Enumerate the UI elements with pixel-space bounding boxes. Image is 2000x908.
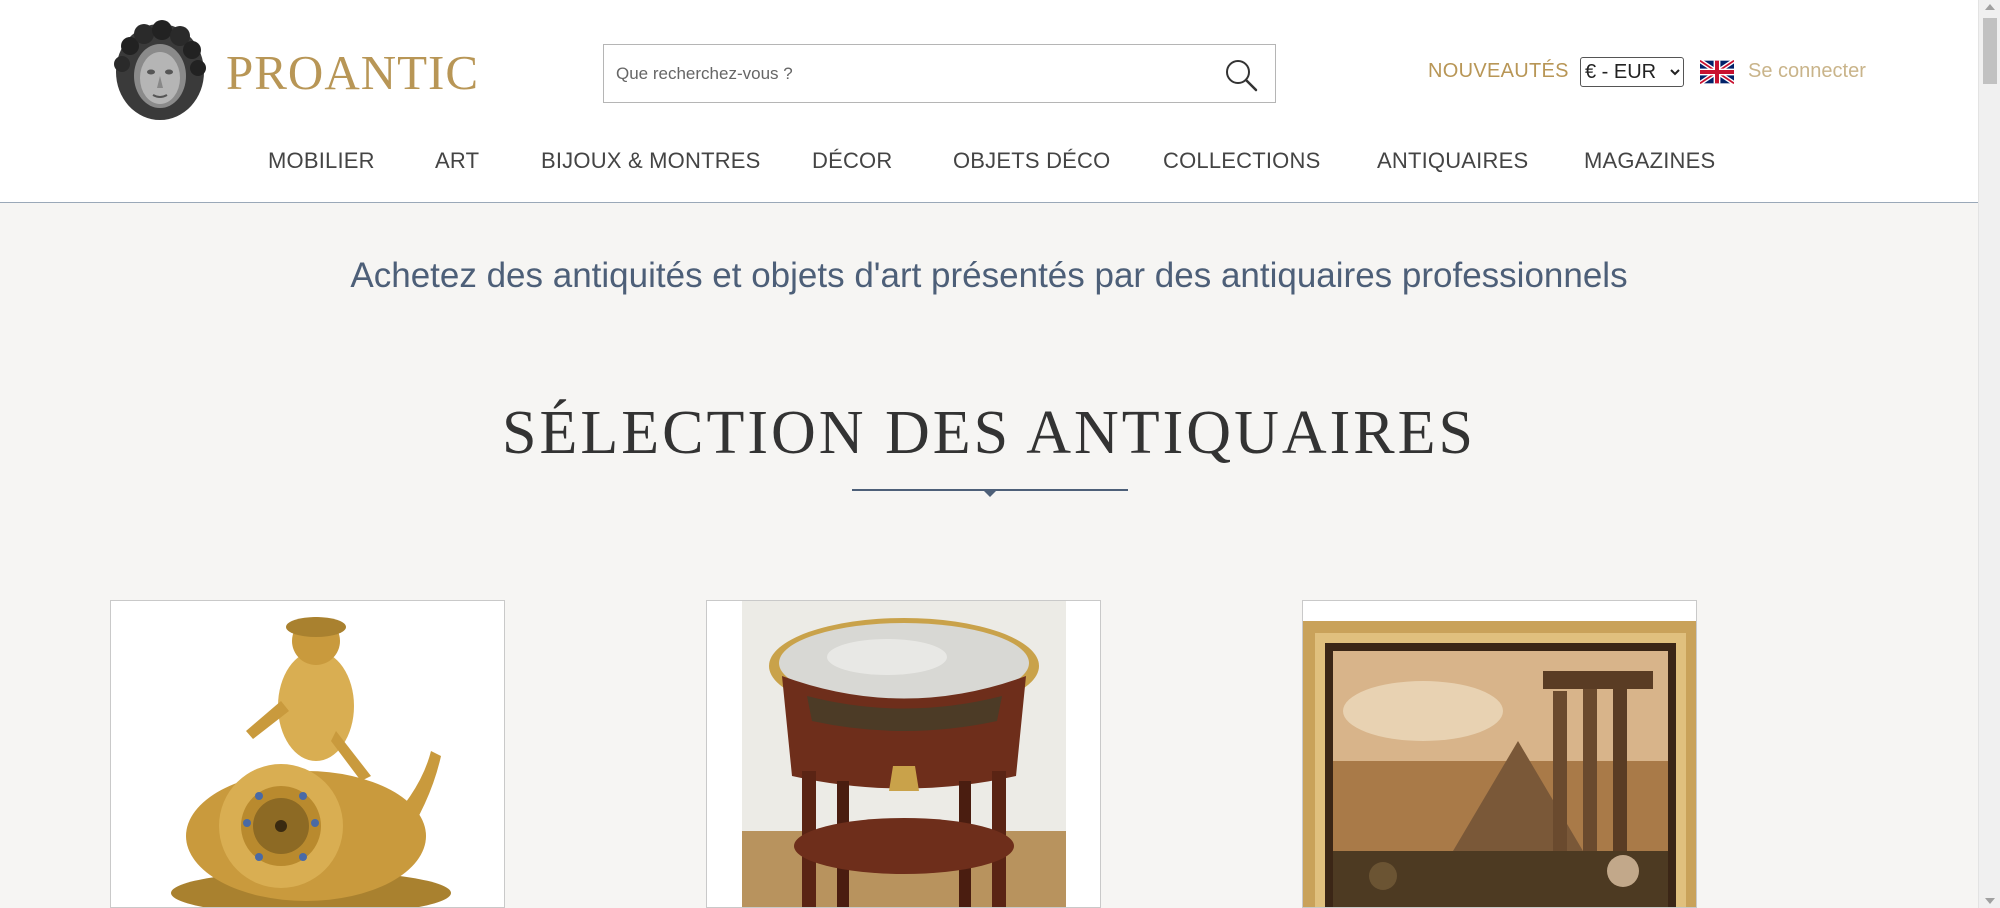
product-card-painting[interactable] (1302, 600, 1697, 908)
nav-item-antiquaires[interactable]: ANTIQUAIRES (1377, 148, 1528, 174)
logo-bust-icon[interactable] (110, 20, 210, 122)
nav-item-collections[interactable]: COLLECTIONS (1163, 148, 1320, 174)
page-scrollbar[interactable] (1978, 0, 2000, 908)
search-box (603, 44, 1276, 103)
product-card-table[interactable] (706, 600, 1101, 908)
main-nav: MOBILIER ART BIJOUX & MONTRES DÉCOR OBJE… (0, 148, 1978, 178)
login-link[interactable]: Se connecter (1748, 60, 1866, 83)
scroll-down-arrow-icon[interactable] (1985, 898, 1995, 904)
nav-item-art[interactable]: ART (435, 148, 479, 174)
scroll-up-arrow-icon[interactable] (1985, 4, 1995, 10)
site-header: PROANTIC NOUVEAUTÉS € - EUR Se connecter… (0, 0, 1978, 203)
product-image-clock (111, 601, 504, 907)
search-icon[interactable] (1223, 57, 1259, 93)
product-card-clock[interactable] (110, 600, 505, 908)
uk-flag-icon[interactable] (1700, 60, 1734, 84)
product-image-table (707, 601, 1100, 907)
nav-item-bijoux-montres[interactable]: BIJOUX & MONTRES (541, 148, 761, 174)
nav-item-magazines[interactable]: MAGAZINES (1584, 148, 1715, 174)
section-title: SÉLECTION DES ANTIQUAIRES (502, 399, 1476, 467)
nav-item-decor[interactable]: DÉCOR (812, 148, 892, 174)
nav-item-mobilier[interactable]: MOBILIER (268, 148, 375, 174)
currency-select[interactable]: € - EUR (1580, 57, 1684, 87)
logo-text[interactable]: PROANTIC (226, 44, 479, 101)
nav-item-objets-deco[interactable]: OBJETS DÉCO (953, 148, 1110, 174)
new-arrivals-link[interactable]: NOUVEAUTÉS (1428, 60, 1569, 83)
product-image-painting (1303, 601, 1696, 907)
divider-diamond-icon (852, 489, 1128, 497)
search-input[interactable] (616, 59, 1196, 89)
tagline: Achetez des antiquités et objets d'art p… (350, 256, 1628, 295)
scroll-thumb[interactable] (1983, 18, 1997, 84)
